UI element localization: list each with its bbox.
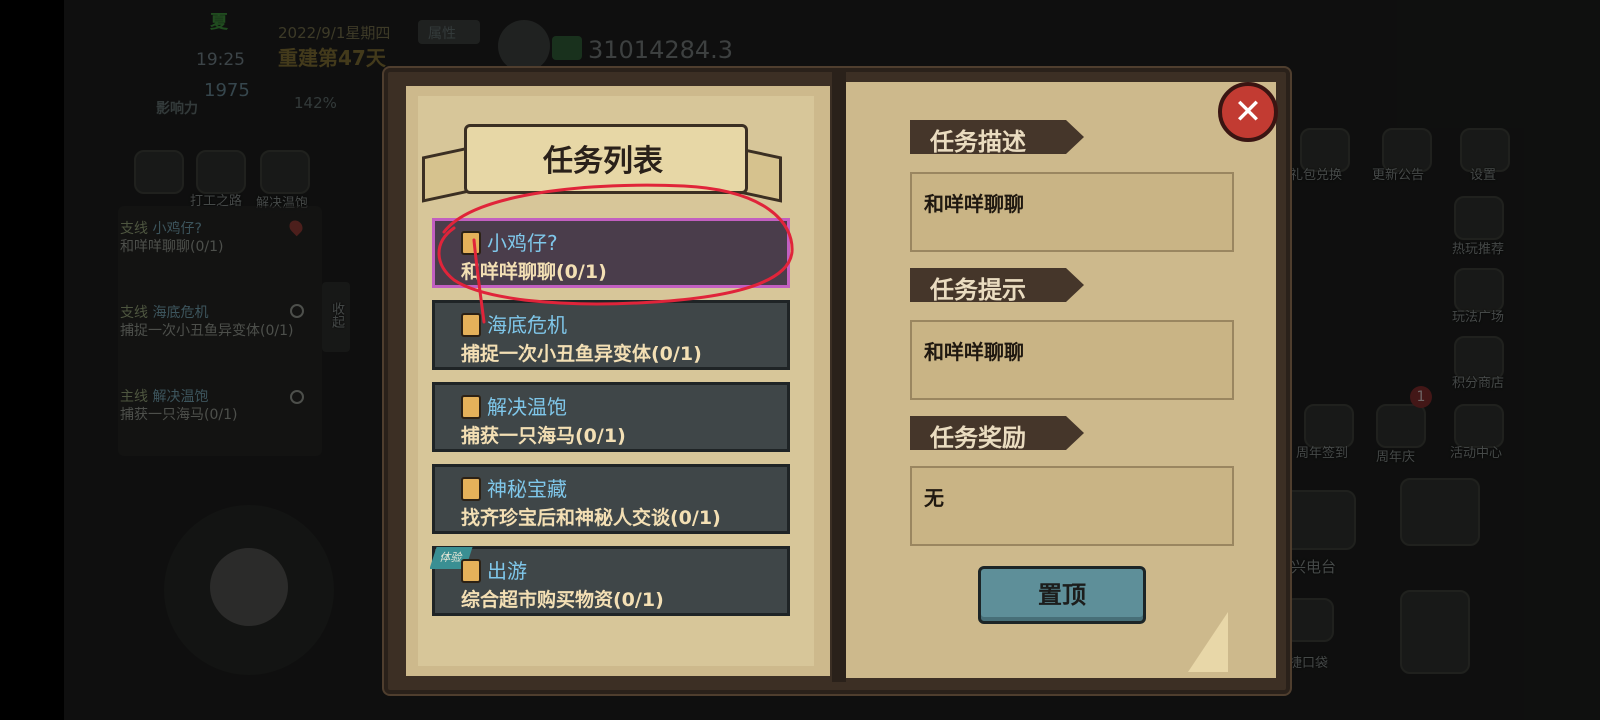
quest-panel: 任务描述 和咩咩聊聊 任务提示 和咩咩聊聊 任务奖励 无 任务列表 小鸡仔? 和…: [384, 68, 1290, 694]
chevron-right-icon: [1066, 120, 1084, 154]
quest-name: 神秘宝藏: [487, 477, 567, 501]
description-header: 任务描述: [910, 120, 1084, 156]
description-text: 和咩咩聊聊: [924, 192, 1024, 216]
quest-desc: 捕获一只海马(0/1): [461, 425, 626, 447]
close-icon: ✕: [1233, 92, 1263, 132]
clipboard-icon: [461, 395, 481, 419]
description-box: 和咩咩聊聊: [910, 172, 1234, 252]
hint-text: 和咩咩聊聊: [924, 340, 1024, 364]
pin-to-top-button[interactable]: 置顶: [978, 566, 1146, 624]
quest-desc: 综合超市购买物资(0/1): [461, 589, 664, 611]
quest-name: 出游: [487, 559, 527, 583]
chevron-right-icon: [1066, 416, 1084, 450]
reward-header: 任务奖励: [910, 416, 1084, 452]
hint-title: 任务提示: [930, 276, 1026, 304]
quest-name: 解决温饱: [487, 395, 567, 419]
reward-text: 无: [924, 486, 944, 510]
page-corner-fold: [1188, 612, 1228, 672]
annotation-circle: [437, 183, 794, 324]
description-title: 任务描述: [930, 128, 1026, 156]
reward-box: 无: [910, 466, 1234, 546]
quest-card[interactable]: 体验 出游 综合超市购买物资(0/1): [430, 546, 790, 616]
pin-button-label: 置顶: [1038, 581, 1086, 609]
clipboard-icon: [461, 559, 481, 583]
reward-title: 任务奖励: [930, 424, 1026, 452]
quest-desc: 找齐珍宝后和神秘人交谈(0/1): [461, 507, 721, 529]
hint-box: 和咩咩聊聊: [910, 320, 1234, 400]
quest-card[interactable]: 解决温饱 捕获一只海马(0/1): [432, 382, 790, 452]
hint-header: 任务提示: [910, 268, 1084, 304]
chevron-right-icon: [1066, 268, 1084, 302]
quest-card[interactable]: 神秘宝藏 找齐珍宝后和神秘人交谈(0/1): [432, 464, 790, 534]
close-button[interactable]: ✕: [1218, 82, 1278, 142]
book-spine: [832, 72, 846, 682]
clipboard-icon: [461, 477, 481, 501]
